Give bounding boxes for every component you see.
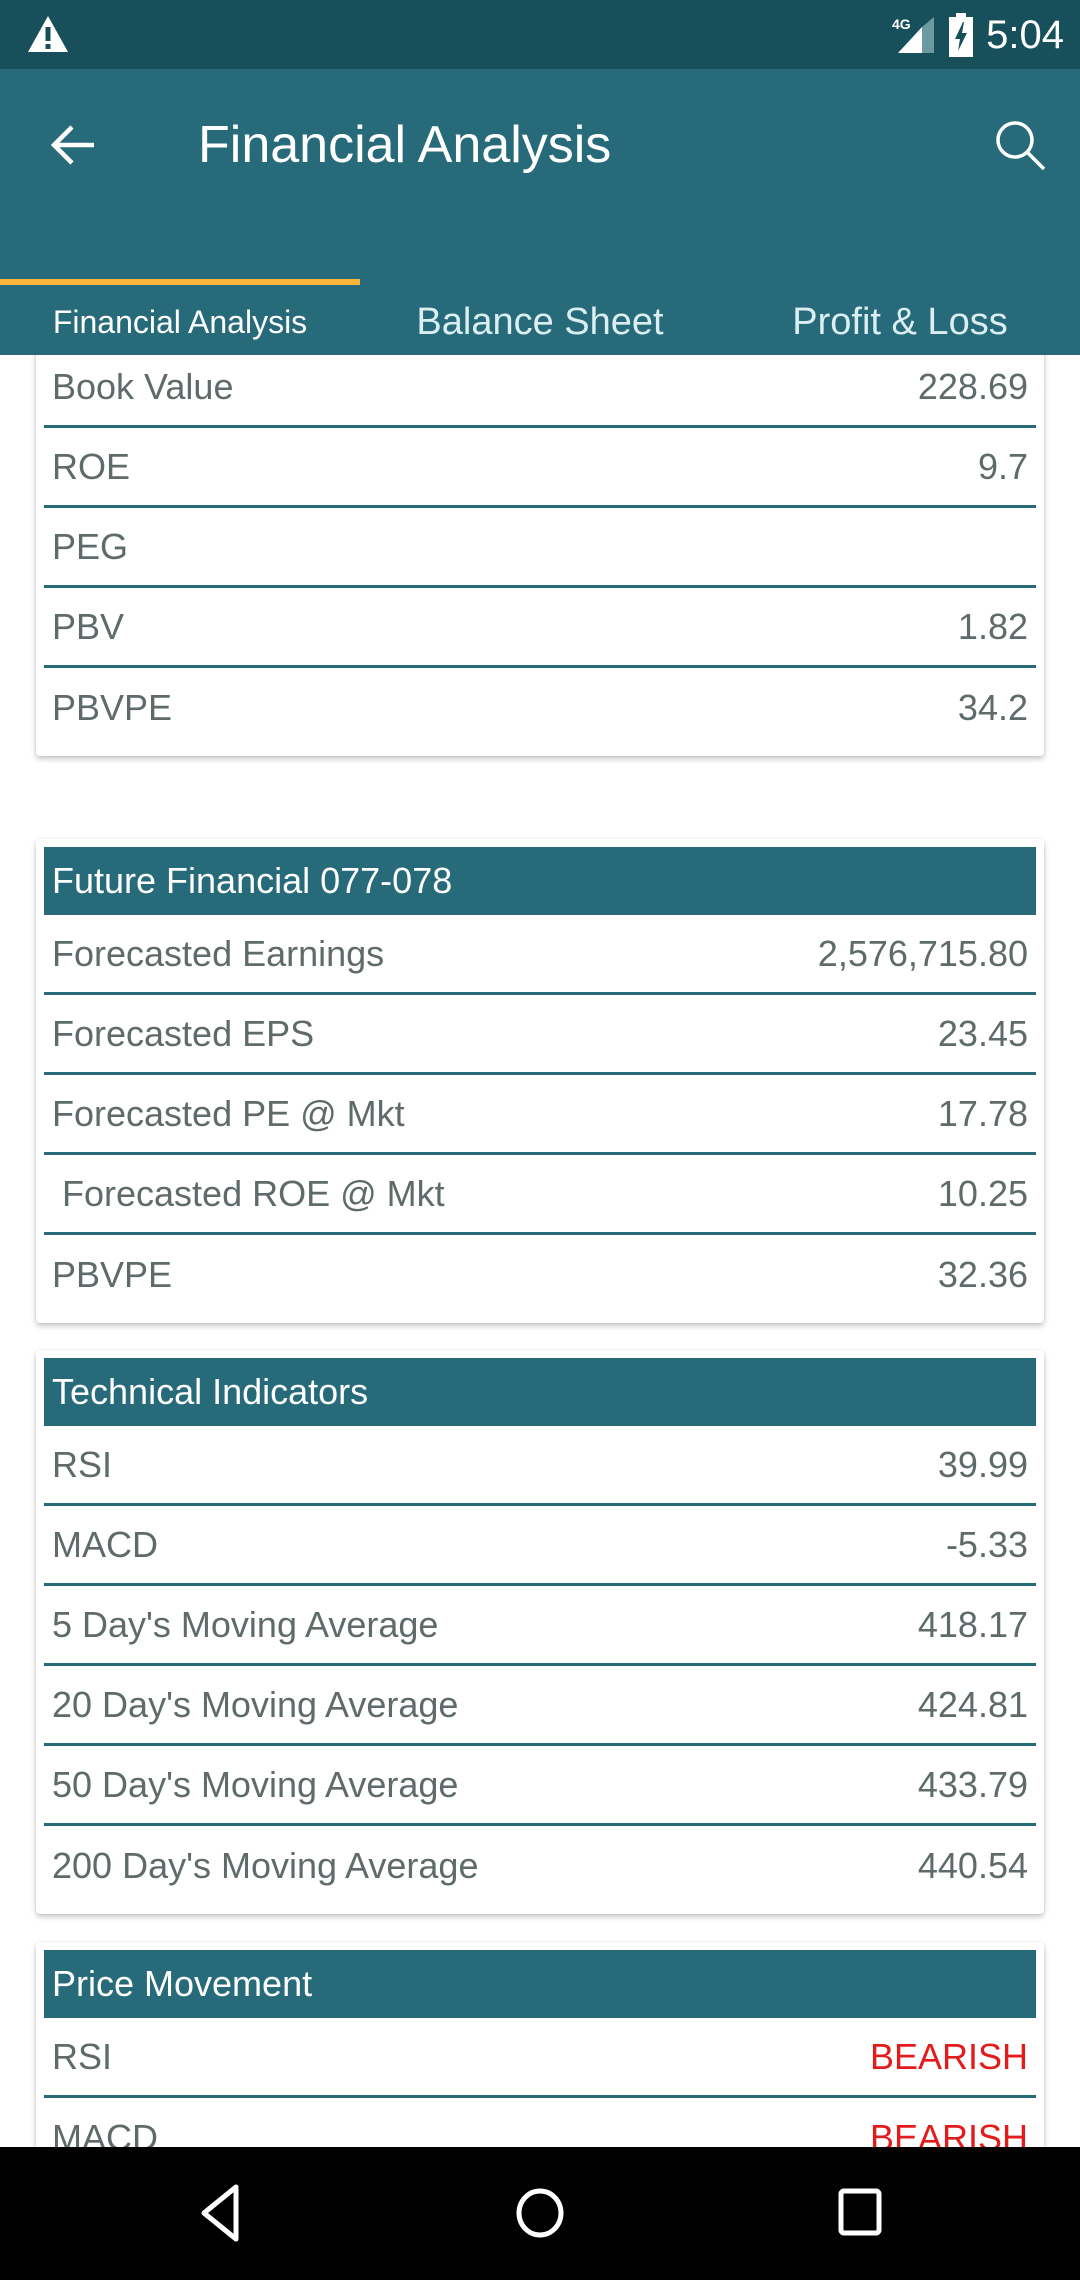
- row-label: PBV: [52, 605, 125, 647]
- row-label: PEG: [52, 525, 129, 567]
- section-header: Future Financial 077-078: [44, 847, 1036, 915]
- row-label: Forecasted ROE @ Mkt: [52, 1172, 445, 1214]
- row-value: 10.25: [937, 1172, 1028, 1214]
- row-label: PBVPE: [52, 1254, 173, 1295]
- table-row: PBVPE 32.36: [44, 1235, 1036, 1315]
- row-value: 34.2: [957, 687, 1028, 728]
- price-movement-card: Price Movement RSI BEARISH MACD BEARISH: [36, 1942, 1044, 2147]
- row-label: PBVPE: [52, 687, 173, 728]
- row-value: 433.79: [917, 1763, 1028, 1805]
- row-value: 2,576,715.80: [817, 932, 1028, 974]
- row-value: 228.69: [917, 365, 1028, 407]
- table-row: RSI 39.99: [44, 1426, 1036, 1506]
- row-value: 418.17: [917, 1603, 1028, 1645]
- row-value: 440.54: [917, 1845, 1028, 1886]
- tab-balance-sheet[interactable]: Balance Sheet: [360, 289, 720, 355]
- table-row: Forecasted PE @ Mkt 17.78: [44, 1075, 1036, 1155]
- table-row: MACD BEARISH: [44, 2098, 1036, 2147]
- table-row: Forecasted Earnings 2,576,715.80: [44, 915, 1036, 995]
- status-bar: 4G 5:04: [0, 0, 1080, 69]
- battery-charging-icon: [949, 13, 974, 57]
- active-tab-indicator: [0, 279, 360, 285]
- row-label: Book Value: [52, 365, 234, 407]
- future-financial-card: Future Financial 077-078 Forecasted Earn…: [36, 839, 1044, 1323]
- table-row: Book Value 228.69: [44, 355, 1036, 428]
- table-row: 50 Day's Moving Average 433.79: [44, 1746, 1036, 1826]
- row-value: 424.81: [917, 1683, 1028, 1725]
- svg-text:4G: 4G: [892, 16, 911, 32]
- row-value: 17.78: [937, 1092, 1028, 1134]
- search-icon[interactable]: [990, 115, 1050, 175]
- page-title: Financial Analysis: [198, 116, 612, 174]
- nav-recents-icon[interactable]: [820, 2177, 900, 2249]
- table-row: Forecasted ROE @ Mkt 10.25: [44, 1155, 1036, 1235]
- tab-financial-analysis[interactable]: Financial Analysis: [0, 289, 360, 355]
- table-row: PBVPE 34.2: [44, 668, 1036, 748]
- table-row: RSI BEARISH: [44, 2018, 1036, 2098]
- nav-home-icon[interactable]: [500, 2177, 580, 2249]
- row-label: RSI: [52, 2035, 113, 2077]
- tab-profit-loss[interactable]: Profit & Loss: [720, 289, 1080, 355]
- table-row: 200 Day's Moving Average 440.54: [44, 1826, 1036, 1906]
- table-row: Forecasted EPS 23.45: [44, 995, 1036, 1075]
- signal-badge: BEARISH: [869, 2035, 1028, 2077]
- row-label: RSI: [52, 1443, 113, 1485]
- row-value: 39.99: [937, 1443, 1028, 1485]
- table-row: PEG: [44, 508, 1036, 588]
- section-header: Technical Indicators: [44, 1358, 1036, 1426]
- row-label: 20 Day's Moving Average: [52, 1683, 459, 1725]
- section-header: Price Movement: [44, 1950, 1036, 2018]
- row-value: 9.7: [977, 445, 1028, 487]
- row-value: 23.45: [937, 1012, 1028, 1054]
- signal-badge: BEARISH: [869, 2117, 1028, 2147]
- scroll-content[interactable]: PE16.79 Book Value228.69 ROE9.7 PEG PBV1…: [0, 355, 1080, 2147]
- system-nav-bar: [0, 2147, 1080, 2280]
- row-label: Forecasted PE @ Mkt: [52, 1092, 405, 1134]
- row-label: 50 Day's Moving Average: [52, 1763, 459, 1805]
- nav-back-icon[interactable]: [180, 2177, 260, 2249]
- row-label: MACD: [52, 1523, 158, 1565]
- clock: 5:04: [986, 12, 1064, 57]
- row-value: 32.36: [937, 1254, 1028, 1295]
- table-row: PBV 1.82: [44, 588, 1036, 668]
- table-row: 20 Day's Moving Average 424.81: [44, 1666, 1036, 1746]
- app-bar: Financial Analysis Financial Analysis Ba…: [0, 69, 1080, 355]
- arrow-back-icon[interactable]: [46, 115, 106, 175]
- table-row: ROE 9.7: [44, 428, 1036, 508]
- row-label: 5 Day's Moving Average: [52, 1603, 439, 1645]
- ratios-card: PE16.79 Book Value228.69 ROE9.7 PEG PBV1…: [36, 355, 1044, 756]
- row-value: 1.82: [957, 605, 1028, 647]
- row-value: -5.33: [945, 1523, 1028, 1565]
- row-label: ROE: [52, 445, 131, 487]
- warning-icon: [28, 16, 68, 52]
- signal-4g-icon: 4G: [892, 16, 935, 53]
- row-label: 200 Day's Moving Average: [52, 1845, 479, 1886]
- technical-indicators-card: Technical Indicators RSI 39.99 MACD -5.33 …: [36, 1350, 1044, 1914]
- table-row: MACD -5.33: [44, 1506, 1036, 1586]
- row-label: Forecasted Earnings: [52, 932, 385, 974]
- row-label: MACD: [52, 2117, 158, 2147]
- row-label: Forecasted EPS: [52, 1012, 315, 1054]
- table-row: 5 Day's Moving Average 418.17: [44, 1586, 1036, 1666]
